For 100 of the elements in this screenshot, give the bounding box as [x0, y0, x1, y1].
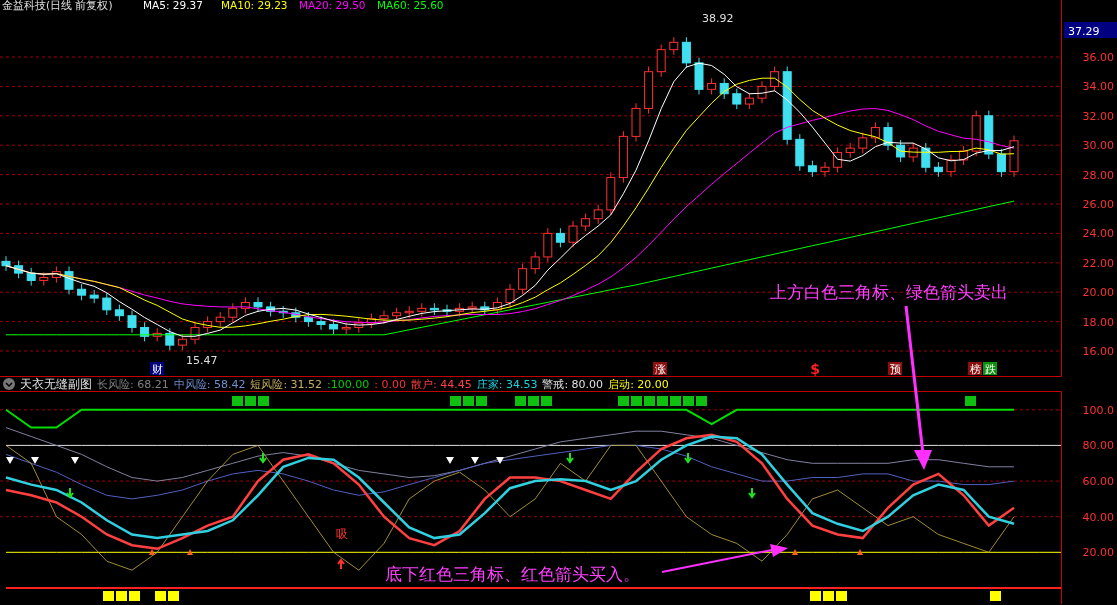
candlestick [102, 292, 112, 316]
axis-label: 28.00 [1082, 168, 1115, 182]
stock-title: 金益科技(日线 前复权) [2, 0, 113, 11]
candlestick [606, 171, 616, 216]
indicator-value: MA60: 25.60 [377, 0, 444, 11]
indicator-value: 中风险: 58.42 [173, 376, 246, 392]
candlestick [581, 213, 591, 232]
candlestick [341, 321, 351, 335]
indicator-value: 庄家: 34.53 [476, 376, 538, 392]
candlestick [366, 313, 376, 329]
candlestick [240, 296, 250, 314]
candlestick [757, 80, 767, 104]
candlestick [694, 57, 704, 95]
candlestick [833, 146, 843, 173]
candlestick [971, 110, 981, 157]
candlestick [228, 302, 238, 323]
candlestick [946, 154, 956, 178]
candlestick [719, 77, 729, 100]
candlestick [618, 130, 628, 184]
candlestick [177, 333, 187, 351]
candlestick [770, 66, 780, 93]
axis-label: 34.00 [1082, 80, 1115, 94]
axis-label: 18.00 [1082, 315, 1115, 329]
indicator-value: 短风险: 31.52 [250, 376, 323, 392]
candlestick [1009, 135, 1019, 178]
candlestick [203, 315, 213, 334]
axis-label: 60.00 [1082, 475, 1115, 489]
candlestick [669, 36, 679, 56]
candlestick [278, 305, 288, 319]
candlestick [379, 310, 389, 325]
indicator-value: 散户: 44.45 [411, 376, 472, 392]
axis-label: 36.00 [1082, 51, 1115, 64]
candlestick [732, 88, 742, 110]
axis-label: 22.00 [1082, 256, 1115, 270]
event-tag[interactable]: 榜 [969, 363, 981, 376]
candlestick [656, 44, 666, 78]
event-tag[interactable]: 财 [151, 363, 163, 376]
axis-label: 40.00 [1082, 510, 1115, 524]
indicator-value: MA5: 29.37 [143, 0, 203, 11]
candlestick [303, 311, 313, 328]
candlestick [681, 36, 691, 69]
candlestick [114, 304, 124, 322]
candlestick [984, 110, 994, 160]
candlestick [417, 302, 427, 317]
candlestick [253, 296, 263, 313]
current-price: 37.29 [1068, 25, 1100, 38]
annotation-text: 底下红色三角标、红色箭头买入。 [385, 564, 640, 584]
candlestick [896, 139, 906, 163]
candlestick [77, 283, 87, 301]
axis-label: 32.00 [1082, 109, 1115, 123]
annotation-text: 上方白色三角标、绿色箭头卖出 [770, 282, 1008, 302]
candlestick [933, 161, 943, 178]
candlestick [744, 92, 754, 110]
indicator-value: 警戒: 80.00 [542, 376, 604, 392]
candlestick [492, 296, 502, 316]
candlestick [858, 132, 868, 154]
candlestick [1, 255, 11, 272]
high-price-label: 38.92 [702, 12, 734, 25]
axis-label: 26.00 [1082, 198, 1115, 211]
candlestick [568, 220, 578, 248]
candlestick [505, 283, 515, 309]
indicator-value: 启动: 20.00 [608, 376, 669, 392]
indicator-value: MA20: 29.50 [299, 0, 366, 11]
current-price-badge [1064, 22, 1117, 38]
candlestick [51, 266, 61, 284]
candlestick [26, 267, 36, 287]
candlestick [354, 317, 364, 334]
indicator-value: : 0.00 [374, 377, 406, 391]
candlestick [39, 271, 49, 287]
axis-label: 20.00 [1082, 546, 1115, 560]
candlestick [455, 302, 465, 317]
event-tag[interactable]: 涨 [654, 363, 666, 376]
candlestick [14, 260, 24, 279]
candlestick [467, 301, 477, 314]
indicator-title: 天衣无缝副图 [20, 375, 92, 393]
low-price-label: 15.47 [186, 354, 218, 367]
candlestick [707, 77, 717, 95]
candlestick [555, 227, 565, 248]
axis-label: 100.0 [1082, 403, 1115, 417]
axis-label: 24.00 [1082, 227, 1115, 241]
event-tag[interactable]: $ [810, 361, 820, 376]
candlestick [959, 145, 969, 166]
chevron-down-icon[interactable] [3, 378, 15, 390]
candlestick [996, 148, 1006, 178]
candlestick [921, 142, 931, 173]
candlestick [883, 121, 893, 151]
candlestick [593, 204, 603, 225]
event-tag[interactable]: 预 [889, 363, 901, 376]
candlestick [127, 310, 137, 334]
candlestick [64, 266, 74, 295]
candlestick [329, 318, 339, 335]
candlestick [442, 304, 452, 317]
candlestick [644, 66, 654, 115]
candlestick [215, 311, 225, 328]
candlestick [316, 315, 326, 331]
candlestick [392, 307, 402, 322]
event-tag[interactable]: 跌 [984, 363, 996, 376]
candlestick [518, 263, 528, 295]
indicator-value: :100.00 [327, 377, 370, 391]
candlestick [152, 327, 162, 342]
